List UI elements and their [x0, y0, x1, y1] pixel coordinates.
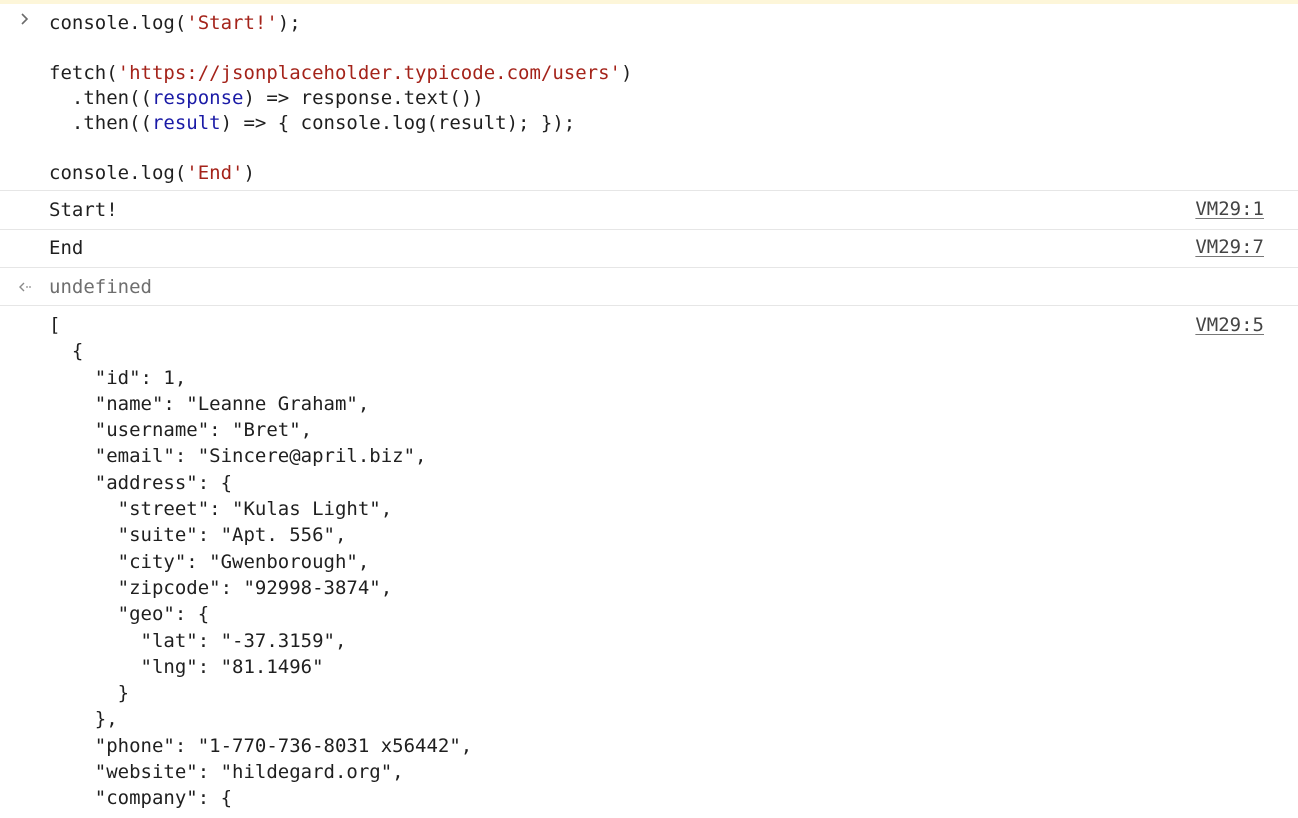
parameter-name: result	[151, 112, 221, 134]
json-line: "lat": "-37.3159",	[49, 629, 347, 652]
json-line: "city": "Gwenborough",	[49, 550, 370, 573]
source-link[interactable]: VM29:7	[1195, 236, 1264, 258]
code-line[interactable]: fetch('https://jsonplaceholder.typicode.…	[49, 61, 632, 86]
json-line: [	[49, 314, 61, 336]
console-log-entry: End VM29:7	[0, 230, 1298, 268]
console-input-entry: console.log('Start!'); fetch('https://js…	[0, 4, 1298, 191]
code-token: console.log(	[49, 12, 187, 34]
code-line[interactable]: console.log('End')	[49, 161, 255, 186]
json-line: "lng": "81.1496"	[49, 655, 324, 678]
code-token: .then((	[49, 112, 152, 134]
code-token: );	[277, 12, 301, 34]
json-response-output[interactable]: [ { "id": 1, "name": "Leanne Graham", "u…	[49, 312, 472, 812]
json-line: "name": "Leanne Graham",	[49, 392, 370, 415]
string-literal: 'End'	[186, 162, 244, 184]
code-token: )	[620, 62, 633, 84]
source-link[interactable]: VM29:5	[1195, 314, 1264, 336]
code-line[interactable]: .then((response) => response.text())	[49, 86, 484, 111]
code-token: console.log(	[49, 162, 187, 184]
json-line: "website": "hildegard.org",	[49, 761, 404, 784]
json-line: "phone": "1-770-736-8031 x56442",	[49, 734, 473, 757]
source-link[interactable]: VM29:1	[1195, 198, 1264, 220]
return-value: undefined	[49, 276, 152, 298]
json-line: {	[49, 340, 84, 363]
json-line: "email": "Sincere@april.biz",	[49, 445, 427, 468]
console-log-entry: Start! VM29:1	[0, 191, 1298, 230]
chevron-right-icon	[14, 12, 36, 30]
json-line: "address": {	[49, 471, 233, 494]
json-line: "company": {	[49, 787, 233, 810]
json-line: "geo": {	[49, 603, 210, 626]
log-message: End	[49, 237, 84, 259]
parameter-name: response	[151, 87, 244, 109]
code-line[interactable]: .then((result) => { console.log(result);…	[49, 111, 575, 136]
json-line: "zipcode": "92998-3874",	[49, 576, 393, 599]
code-token: fetch(	[49, 62, 118, 84]
code-token: ) => response.text())	[243, 87, 484, 109]
return-arrow-icon	[14, 279, 36, 297]
json-line: "suite": "Apt. 556",	[49, 524, 347, 547]
json-line: "username": "Bret",	[49, 419, 313, 442]
code-token: .then((	[49, 87, 152, 109]
code-token: )	[243, 162, 255, 184]
string-literal: 'https://jsonplaceholder.typicode.com/us…	[117, 62, 621, 84]
json-line: },	[49, 708, 118, 731]
code-token: ) => { console.log(result); });	[220, 112, 576, 134]
json-line: "id": 1,	[49, 366, 187, 389]
code-line[interactable]: console.log('Start!');	[49, 11, 301, 36]
string-literal: 'Start!'	[186, 12, 278, 34]
console-return-entry: undefined	[0, 268, 1298, 306]
json-line: "street": "Kulas Light",	[49, 498, 393, 521]
json-line: }	[49, 682, 130, 705]
log-message: Start!	[49, 199, 118, 221]
